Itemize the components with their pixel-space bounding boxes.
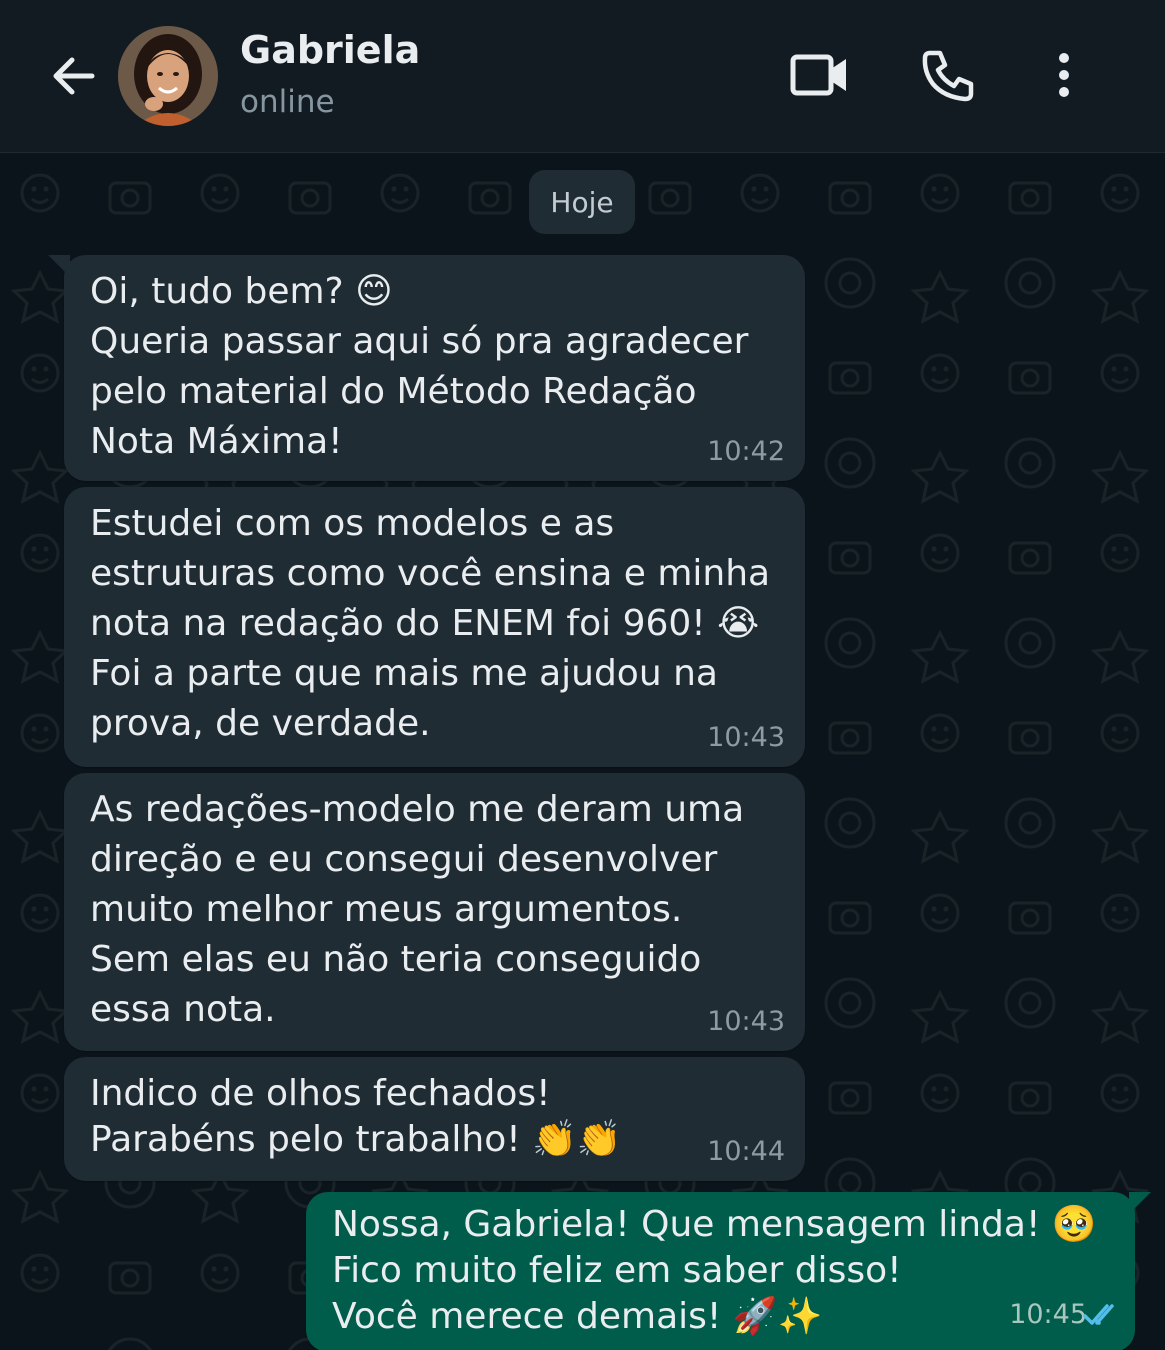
message-line: Nossa, Gabriela! Que mensagem linda! 🥹 xyxy=(332,1204,1097,1245)
chat-area[interactable]: Hoje Oi, tudo bem? 😊 Queria passar aqui … xyxy=(0,153,1165,1350)
message-line: Foi a parte que mais me ajudou na xyxy=(90,653,718,694)
incoming-message[interactable]: Oi, tudo bem? 😊 Queria passar aqui só pr… xyxy=(48,255,805,481)
chat-header: Gabriela online xyxy=(0,0,1165,153)
message-line: essa nota. xyxy=(90,989,276,1030)
bubble-tail xyxy=(1129,1192,1151,1214)
message-time: 10:44 xyxy=(707,1136,785,1167)
outgoing-message[interactable]: Nossa, Gabriela! Que mensagem linda! 🥹 F… xyxy=(306,1192,1151,1350)
message-line: Sem elas eu não teria conseguido xyxy=(90,939,702,980)
message-line: Você merece demais! 🚀✨ xyxy=(332,1296,823,1337)
message-line: pelo material do Método Redação xyxy=(90,371,697,412)
message-line: Parabéns pelo trabalho! 👏👏 xyxy=(90,1119,622,1160)
incoming-message[interactable]: Indico de olhos fechados! Parabéns pelo … xyxy=(64,1057,805,1181)
avatar[interactable] xyxy=(118,26,218,126)
message-line: Queria passar aqui só pra agradecer xyxy=(90,321,749,362)
message-time: 10:43 xyxy=(707,722,785,753)
back-arrow-icon[interactable] xyxy=(48,50,100,102)
message-line: Indico de olhos fechados! xyxy=(90,1073,551,1114)
message-line: estruturas como você ensina e minha xyxy=(90,553,771,594)
message-line: direção e eu consegui desenvolver xyxy=(90,839,718,880)
message-line: nota na redação do ENEM foi 960! 😭 xyxy=(90,603,760,644)
contact-name[interactable]: Gabriela xyxy=(240,28,420,72)
bubble-tail xyxy=(48,255,70,277)
message-line: prova, de verdade. xyxy=(90,703,431,744)
message-line: muito melhor meus argumentos. xyxy=(90,889,683,930)
message-line: Nota Máxima! xyxy=(90,421,343,462)
read-receipt-double-check-icon xyxy=(1083,1304,1114,1325)
incoming-message[interactable]: As redações-modelo me deram uma direção … xyxy=(64,773,805,1051)
more-options-icon[interactable] xyxy=(1052,52,1076,102)
phone-icon[interactable] xyxy=(920,48,976,108)
message-line: Estudei com os modelos e as xyxy=(90,503,615,544)
message-line: As redações-modelo me deram uma xyxy=(90,789,745,830)
incoming-message[interactable]: Estudei com os modelos e as estruturas c… xyxy=(64,487,805,767)
date-chip: Hoje xyxy=(529,170,635,234)
video-call-icon[interactable] xyxy=(790,52,850,102)
message-line: Fico muito feliz em saber disso! xyxy=(332,1250,902,1291)
message-time: 10:42 xyxy=(707,436,785,467)
contact-status: online xyxy=(240,84,335,120)
message-time: 10:45 xyxy=(1009,1299,1087,1330)
message-time: 10:43 xyxy=(707,1006,785,1037)
message-line: Oi, tudo bem? 😊 xyxy=(90,271,393,312)
